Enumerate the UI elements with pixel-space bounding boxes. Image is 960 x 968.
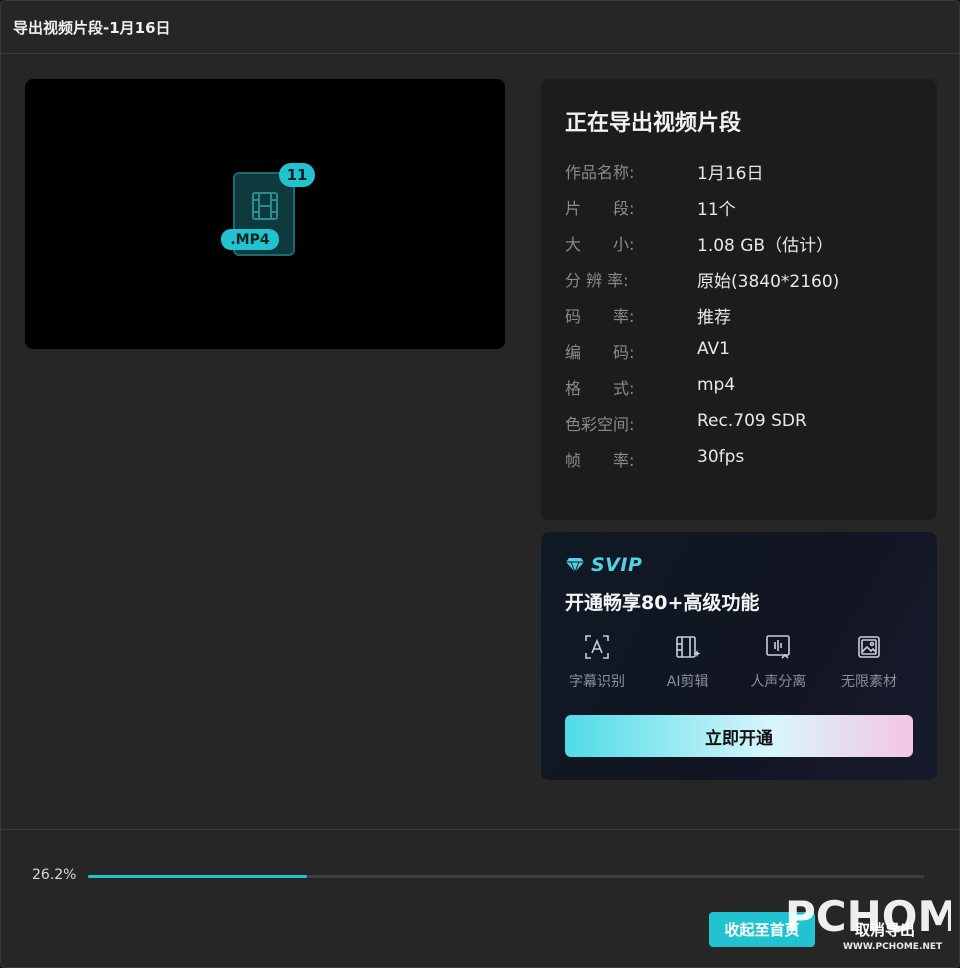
info-value: Rec.709 SDR (697, 411, 807, 431)
export-info-panel: 正在导出视频片段 作品名称: 1月16日 片 段: 11个 大 小: 1.08 … (541, 79, 937, 520)
info-row-framerate: 帧 率: 30fps (565, 447, 913, 483)
info-row-name: 作品名称: 1月16日 (565, 159, 913, 195)
info-key: 编 码: (565, 343, 635, 362)
info-key: 码 率: (565, 307, 635, 326)
info-value: 1.08 GB（估计） (697, 236, 834, 256)
unlimited-assets-icon (858, 636, 880, 658)
footer-divider (1, 829, 959, 830)
info-row-format: 格 式: mp4 (565, 375, 913, 411)
feature-unlimited-assets[interactable]: 无限素材 (829, 633, 909, 691)
svip-headline: 开通畅享80+高级功能 (565, 592, 760, 614)
info-row-bitrate: 码 率: 推荐 (565, 303, 913, 339)
title-bar: 导出视频片段-1月16日 (1, 1, 959, 54)
feature-label: AI剪辑 (666, 674, 709, 690)
info-key: 色彩空间: (565, 415, 635, 434)
export-dialog: 导出视频片段-1月16日 11 .MP4 正在导出视频片段 作品名称: 1月16… (0, 0, 960, 968)
info-row-colorspace: 色彩空间: Rec.709 SDR (565, 411, 913, 447)
info-value: AV1 (697, 339, 730, 359)
video-preview: 11 .MP4 (25, 79, 505, 349)
svip-logo-text: SVIP (591, 554, 643, 576)
info-key: 帧 率: (565, 451, 635, 470)
info-value: 30fps (697, 447, 745, 467)
info-value: mp4 (697, 375, 736, 395)
svip-promo-card: SVIP 开通畅享80+高级功能 字幕识别 AI剪辑 人声分离 无限素材 立即开… (541, 532, 937, 780)
svip-feature-list: 字幕识别 AI剪辑 人声分离 无限素材 (565, 633, 913, 691)
info-row-clips: 片 段: 11个 (565, 195, 913, 231)
minimize-to-home-button[interactable]: 收起至首页 (709, 912, 815, 947)
svip-logo: SVIP (565, 554, 913, 576)
feature-voice-separation[interactable]: 人声分离 (738, 633, 818, 691)
feature-subtitle-recognition[interactable]: 字幕识别 (557, 633, 637, 691)
feature-label: 人声分离 (750, 674, 807, 690)
info-row-codec: 编 码: AV1 (565, 339, 913, 375)
info-key: 格 式: (565, 379, 635, 398)
info-key: 大 小: (565, 235, 635, 254)
info-value: 推荐 (697, 308, 731, 328)
info-value: 1月16日 (697, 164, 764, 184)
diamond-icon (566, 558, 584, 573)
info-row-size: 大 小: 1.08 GB（估计） (565, 231, 913, 267)
info-value: 原始(3840*2160) (697, 272, 840, 292)
info-key: 片 段: (565, 199, 635, 218)
info-value: 11个 (697, 200, 736, 220)
feature-ai-edit[interactable]: AI剪辑 (648, 633, 728, 691)
export-progress-fill (88, 875, 308, 878)
open-svip-button[interactable]: 立即开通 (565, 715, 913, 757)
info-key: 分 辨 率: (565, 271, 629, 290)
ai-edit-icon (675, 636, 701, 658)
feature-label: 无限素材 (840, 674, 897, 690)
file-extension-badge: .MP4 (221, 229, 279, 250)
export-progress-bar (88, 875, 924, 878)
film-icon (252, 192, 278, 220)
info-key: 作品名称: (565, 163, 635, 182)
subtitle-recognition-icon (585, 635, 609, 659)
feature-label: 字幕识别 (569, 674, 625, 690)
info-row-resolution: 分 辨 率: 原始(3840*2160) (565, 267, 913, 303)
voice-separation-icon (766, 635, 791, 659)
clip-count-badge: 11 (279, 163, 315, 187)
export-heading: 正在导出视频片段 (565, 111, 742, 136)
progress-percent: 26.2% (32, 867, 77, 883)
cancel-export-button[interactable]: 取消导出 (835, 912, 935, 947)
window-title: 导出视频片段-1月16日 (13, 18, 171, 37)
